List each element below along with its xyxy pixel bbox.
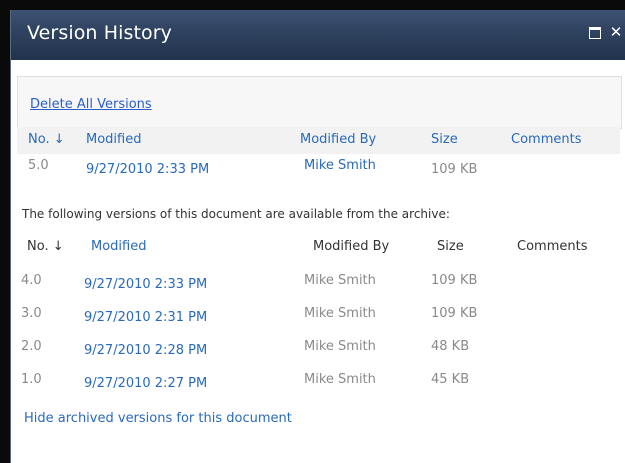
archive-column-header-modified[interactable]: Modified <box>91 239 146 254</box>
archive-column-header-modified-by[interactable]: Modified By <box>313 239 389 254</box>
dialog-title: Version History <box>27 22 173 44</box>
column-header-modified[interactable]: Modified <box>86 132 141 147</box>
archived-version-number: 4.0 <box>21 273 42 288</box>
column-header-comments[interactable]: Comments <box>511 132 581 147</box>
version-modified-link[interactable]: 9/27/2010 2:33 PM <box>86 162 209 177</box>
archived-version-size: 109 KB <box>431 273 478 288</box>
archived-version-modified-by: Mike Smith <box>304 306 376 321</box>
archived-version-modified-by: Mike Smith <box>304 339 376 354</box>
archive-column-header-no[interactable]: No. ↓ <box>27 239 64 254</box>
archived-version-number: 3.0 <box>21 306 42 321</box>
archived-version-modified-link[interactable]: 9/27/2010 2:27 PM <box>84 376 207 391</box>
archive-column-header-comments[interactable]: Comments <box>517 239 587 254</box>
version-number: 5.0 <box>28 158 49 173</box>
version-toolbar: Delete All Versions <box>17 76 622 129</box>
archived-version-modified-link[interactable]: 9/27/2010 2:33 PM <box>84 277 207 292</box>
version-size: 109 KB <box>431 162 478 177</box>
archived-version-size: 48 KB <box>431 339 470 354</box>
column-header-no[interactable]: No. ↓ <box>28 132 65 147</box>
archived-version-size: 45 KB <box>431 372 470 387</box>
archived-version-number: 2.0 <box>21 339 42 354</box>
version-modified-by-link[interactable]: Mike Smith <box>304 158 376 173</box>
current-versions-header: No. ↓ Modified Modified By Size Comments <box>17 127 620 154</box>
archived-version-size: 109 KB <box>431 306 478 321</box>
archived-version-modified-link[interactable]: 9/27/2010 2:31 PM <box>84 310 207 325</box>
column-header-modified-by[interactable]: Modified By <box>300 132 376 147</box>
archived-version-modified-by: Mike Smith <box>304 273 376 288</box>
delete-all-versions-link[interactable]: Delete All Versions <box>30 97 152 112</box>
archive-message: The following versions of this document … <box>22 207 450 221</box>
archived-version-modified-link[interactable]: 9/27/2010 2:28 PM <box>84 343 207 358</box>
dialog-titlebar: Version History ✕ <box>11 10 625 60</box>
archived-version-modified-by: Mike Smith <box>304 372 376 387</box>
column-header-size[interactable]: Size <box>431 132 458 147</box>
archive-column-header-size[interactable]: Size <box>437 239 464 254</box>
maximize-icon[interactable] <box>586 24 602 40</box>
archived-version-number: 1.0 <box>21 372 42 387</box>
version-history-dialog: Version History ✕ Delete All Versions No… <box>10 10 625 463</box>
close-icon[interactable]: ✕ <box>608 24 624 40</box>
hide-archived-versions-link[interactable]: Hide archived versions for this document <box>24 411 292 426</box>
